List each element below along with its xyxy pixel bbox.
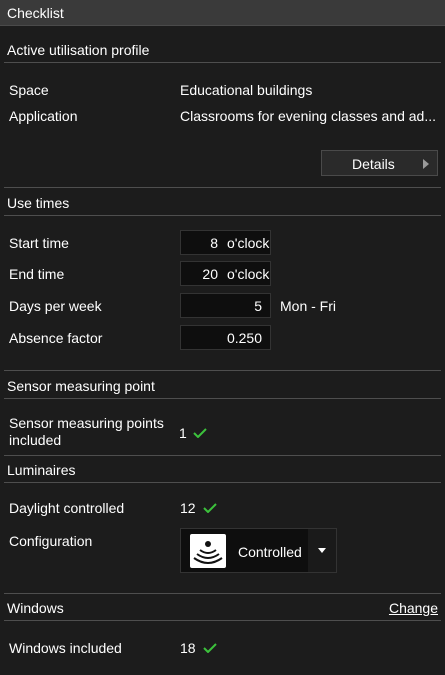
details-button-label: Details: [352, 156, 395, 172]
start-time-label: Start time: [9, 235, 69, 251]
daylight-controlled-count: 12: [180, 500, 196, 516]
space-label: Space: [9, 82, 49, 98]
section-title-profile: Active utilisation profile: [7, 42, 150, 58]
end-time-value: 20: [202, 266, 218, 282]
end-time-label: End time: [9, 266, 65, 282]
chevron-down-icon: [318, 548, 326, 553]
sensor-included-count: 1: [179, 425, 187, 441]
divider: [4, 482, 441, 483]
sensor-waves-icon: [190, 534, 226, 568]
divider: [4, 187, 441, 188]
divider: [4, 620, 441, 621]
divider: [4, 370, 441, 371]
start-time-unit: o'clock: [227, 235, 270, 251]
absence-factor-label: Absence factor: [9, 330, 103, 346]
divider: [4, 455, 441, 456]
application-value: Classrooms for evening classes and ad...: [180, 108, 437, 124]
sensor-included-label-line2: included: [9, 432, 62, 448]
end-time-unit: o'clock: [227, 266, 270, 282]
start-time-value: 8: [210, 235, 218, 251]
start-time-field[interactable]: 8 o'clock: [180, 230, 271, 255]
end-time-field[interactable]: 20 o'clock: [180, 261, 271, 286]
divider: [4, 398, 441, 399]
divider: [4, 593, 441, 594]
details-button[interactable]: Details: [321, 150, 438, 176]
configuration-value: Controlled: [238, 544, 302, 560]
absence-factor-value: 0.250: [226, 330, 262, 346]
daylight-controlled-label: Daylight controlled: [9, 500, 125, 516]
panel-titlebar: Checklist: [0, 0, 445, 26]
absence-factor-field[interactable]: 0.250: [180, 325, 271, 350]
space-value: Educational buildings: [180, 82, 313, 98]
application-label: Application: [9, 108, 78, 124]
section-title-sensor: Sensor measuring point: [7, 378, 155, 394]
checkmark-icon: [203, 503, 217, 513]
days-per-week-field[interactable]: 5: [180, 293, 271, 318]
panel-title: Checklist: [7, 5, 64, 21]
configuration-label: Configuration: [9, 533, 93, 549]
change-windows-link[interactable]: Change: [389, 600, 438, 616]
configuration-dropdown[interactable]: Controlled: [180, 528, 337, 573]
sensor-included-label-line1: Sensor measuring points: [9, 415, 164, 431]
section-title-luminaires: Luminaires: [7, 462, 76, 478]
windows-included-label: Windows included: [9, 640, 122, 656]
divider: [4, 62, 441, 63]
days-per-week-range: Mon - Fri: [280, 298, 336, 314]
section-title-windows: Windows: [7, 600, 64, 616]
days-per-week-value: 5: [254, 298, 262, 314]
section-title-use-times: Use times: [7, 195, 70, 211]
chevron-right-icon: [423, 159, 429, 169]
windows-included-count: 18: [180, 640, 196, 656]
checkmark-icon: [193, 428, 207, 438]
checkmark-icon: [203, 643, 217, 653]
divider: [4, 215, 441, 216]
days-per-week-label: Days per week: [9, 298, 102, 314]
dropdown-toggle[interactable]: [308, 529, 336, 572]
